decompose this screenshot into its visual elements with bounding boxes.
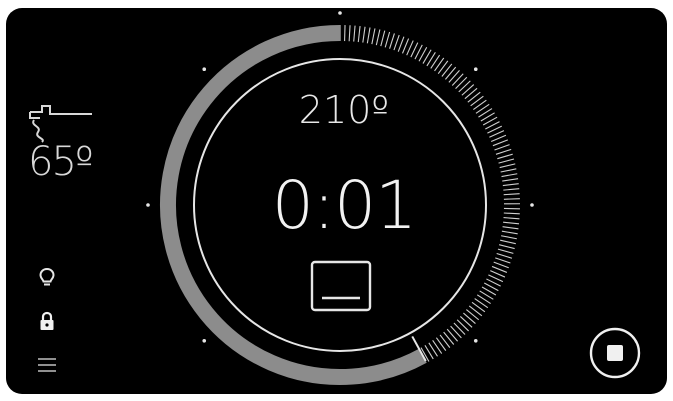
dial-tick xyxy=(495,148,512,155)
dial-marker xyxy=(202,67,207,72)
dial-marker xyxy=(530,203,534,207)
dial-tick xyxy=(503,217,520,220)
dial-tick xyxy=(380,30,386,47)
dial-tick xyxy=(455,76,468,90)
stop-button[interactable] xyxy=(588,326,642,380)
dial-tick xyxy=(384,31,391,48)
dial-tick xyxy=(389,33,395,49)
lightbulb-icon[interactable] xyxy=(36,266,58,288)
dial-tick xyxy=(467,91,481,103)
meat-probe-icon xyxy=(29,105,92,143)
dial-tick xyxy=(499,163,516,169)
probe-temperature: 65º xyxy=(28,139,94,185)
dial-tick xyxy=(503,193,520,196)
dial-tick xyxy=(461,84,475,96)
dial-tick xyxy=(495,257,511,264)
dial-marker xyxy=(202,338,207,343)
dial-tick xyxy=(502,178,519,182)
dial-tick xyxy=(459,316,473,328)
dial-tick xyxy=(503,221,520,225)
dial-tick xyxy=(446,328,459,342)
dial-tick xyxy=(393,34,400,51)
dial-tick xyxy=(463,312,476,324)
dial-tick xyxy=(491,265,508,273)
dial-tick xyxy=(501,173,518,178)
dial-tick xyxy=(456,319,469,332)
dial-tick xyxy=(401,38,410,54)
dial-tick xyxy=(453,322,466,335)
dial-tick xyxy=(503,188,520,191)
dial-tick xyxy=(451,73,464,86)
cooking-timer[interactable]: 0:01 xyxy=(244,168,444,244)
lock-icon[interactable] xyxy=(36,310,58,332)
dial-tick xyxy=(497,153,513,160)
dial-tick xyxy=(450,325,462,339)
dial-tick xyxy=(502,183,519,187)
dial-tick xyxy=(366,27,371,44)
dial-tick xyxy=(500,239,516,245)
dial-tick xyxy=(348,25,351,42)
dial-tick xyxy=(397,36,405,52)
dial-tick xyxy=(498,158,515,164)
target-temperature[interactable]: 210º xyxy=(274,88,414,132)
dial-tick xyxy=(357,26,361,43)
dial-tick xyxy=(458,80,471,93)
dial-tick xyxy=(490,134,507,142)
dial-tick xyxy=(464,87,478,100)
dial-tick xyxy=(448,70,460,83)
dial-tick xyxy=(439,334,451,348)
dial-tick xyxy=(503,198,520,200)
dial-marker xyxy=(338,11,342,15)
dial-tick xyxy=(497,248,514,254)
dial-tick xyxy=(493,261,509,269)
dial-marker xyxy=(146,203,150,207)
menu-icon[interactable] xyxy=(36,354,58,376)
dial-tick xyxy=(468,305,483,317)
dial-tick xyxy=(500,235,517,240)
dial-marker xyxy=(473,338,478,343)
meat-probe[interactable]: 65º xyxy=(28,104,100,188)
bottom-heat-icon[interactable] xyxy=(308,258,374,314)
dial-tick xyxy=(500,168,517,173)
stop-icon xyxy=(607,345,623,361)
dial-tick xyxy=(441,63,453,77)
dial-tick xyxy=(371,28,376,45)
dial-tick xyxy=(375,29,381,46)
dial-tick xyxy=(353,25,356,42)
dial-marker xyxy=(473,67,478,72)
dial-tick xyxy=(501,230,518,235)
dial-tick xyxy=(498,244,515,250)
dial-tick xyxy=(503,212,520,215)
dial-tick xyxy=(362,26,366,43)
dial-tick xyxy=(502,226,519,230)
dial-tick xyxy=(490,270,506,278)
dial-tick xyxy=(466,309,480,321)
dial-tick xyxy=(494,144,510,151)
dial-tick xyxy=(496,252,513,259)
oven-screen: 65º 210º 0:01 xyxy=(6,8,667,394)
dial-tick xyxy=(443,331,455,345)
dial-tick xyxy=(444,66,457,80)
dial-tick xyxy=(492,139,509,147)
